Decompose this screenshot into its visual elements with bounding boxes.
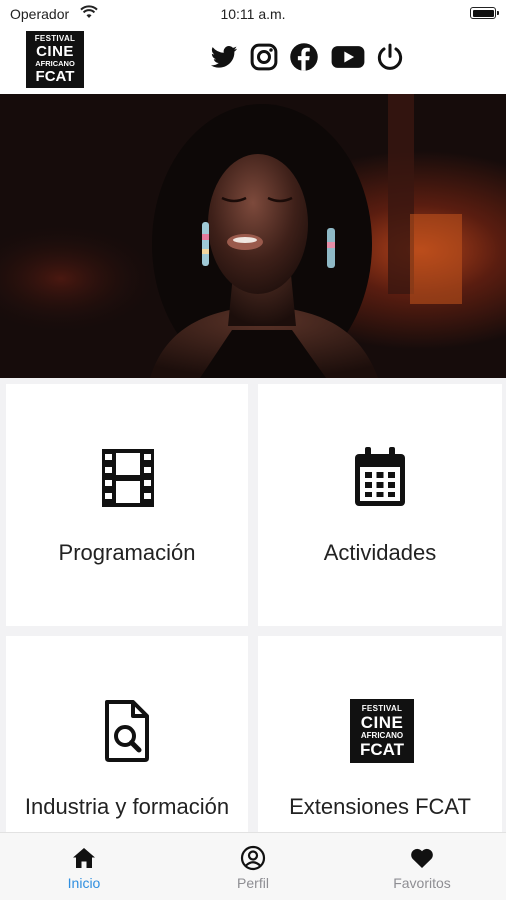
- menu-label-programacion: Programación: [58, 540, 196, 565]
- menu-label-industria: Industria y formación: [24, 794, 230, 819]
- menu-tile-extensiones[interactable]: FESTIVAL CINE AFRICANO FCAT Extensiones …: [258, 636, 502, 832]
- document-search-icon: [105, 700, 149, 762]
- tab-label-inicio: Inicio: [67, 875, 101, 891]
- battery-icon: [470, 7, 499, 19]
- fcat-logo: FESTIVAL CINE AFRICANO FCAT: [350, 699, 414, 763]
- tab-bar: Inicio Perfil Favoritos: [0, 832, 506, 900]
- film-icon: [102, 449, 154, 507]
- status-bar: Operador 10:11 a.m.: [0, 0, 506, 28]
- calendar-icon: [355, 447, 405, 506]
- clock: 10:11 a.m.: [220, 6, 286, 22]
- home-icon: [73, 848, 95, 868]
- user-circle-icon: [240, 845, 266, 871]
- youtube-icon[interactable]: [331, 42, 365, 72]
- facebook-icon[interactable]: [289, 42, 319, 72]
- power-icon[interactable]: [375, 42, 405, 72]
- heart-icon: [411, 848, 433, 868]
- tab-label-favoritos: Favoritos: [393, 875, 451, 891]
- tab-label-perfil: Perfil: [237, 875, 269, 891]
- menu-tile-actividades[interactable]: Actividades: [258, 384, 502, 626]
- hero-image: [0, 94, 506, 378]
- tab-favoritos[interactable]: Favoritos: [338, 833, 506, 900]
- tab-inicio[interactable]: Inicio: [0, 833, 168, 900]
- menu-label-actividades: Actividades: [323, 540, 437, 565]
- app-header: FESTIVAL CINE AFRICANO FCAT: [0, 28, 506, 94]
- menu-tile-programacion[interactable]: Programación: [6, 384, 248, 626]
- hero-photo: [0, 94, 506, 378]
- menu-label-extensiones: Extensiones FCAT: [289, 794, 471, 819]
- menu-tile-industria[interactable]: Industria y formación: [6, 636, 248, 832]
- fcat-logo[interactable]: FESTIVAL CINE AFRICANO FCAT: [26, 31, 84, 88]
- tab-perfil[interactable]: Perfil: [169, 833, 337, 900]
- instagram-icon[interactable]: [249, 42, 279, 72]
- twitter-icon[interactable]: [209, 42, 239, 72]
